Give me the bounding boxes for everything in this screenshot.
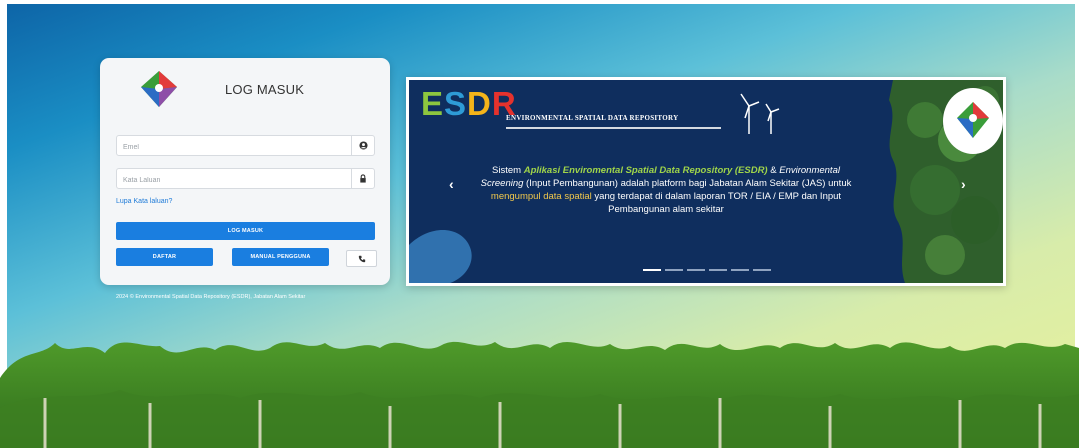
footer-copyright: 2024 © Environmental Spatial Data Reposi…	[116, 294, 306, 300]
carousel-indicator[interactable]	[643, 269, 661, 271]
forgot-password-link[interactable]: Lupa Kata laluan?	[116, 198, 172, 205]
register-button[interactable]: DAFTAR	[116, 248, 213, 266]
email-field-wrapper	[116, 135, 375, 157]
carousel-next-arrow[interactable]: ›	[961, 176, 966, 192]
decorative-wave	[409, 230, 472, 283]
carousel-slide: ESDR ENVIRONMENTAL SPATIAL DATA REPOSITO…	[409, 80, 1003, 283]
jas-badge-logo	[943, 88, 1003, 154]
subtitle-underline	[506, 127, 721, 129]
carousel-indicators	[643, 269, 771, 271]
phone-button[interactable]	[346, 250, 377, 267]
info-carousel: ESDR ENVIRONMENTAL SPATIAL DATA REPOSITO…	[406, 77, 1006, 286]
wind-turbine-icon	[740, 93, 780, 134]
slide-description: Sistem Aplikasi Enviromental Spatial Dat…	[480, 165, 852, 215]
carousel-indicator[interactable]	[753, 269, 771, 271]
user-manual-button[interactable]: MANUAL PENGGUNA	[232, 248, 329, 266]
user-circle-icon	[351, 136, 374, 155]
login-button[interactable]: LOG MASUK	[116, 222, 375, 240]
email-input[interactable]	[117, 138, 343, 157]
top-border	[0, 0, 1079, 4]
phone-icon	[358, 255, 365, 262]
forest-background	[0, 341, 1079, 448]
carousel-indicator[interactable]	[687, 269, 705, 271]
esdr-logo: ESDR	[421, 85, 517, 122]
password-input[interactable]	[117, 171, 343, 190]
page-background: LOG MASUK Lupa Kata laluan? LOG MASUK DA…	[0, 0, 1079, 448]
carousel-indicator[interactable]	[731, 269, 749, 271]
esdr-subtitle: ENVIRONMENTAL SPATIAL DATA REPOSITORY	[506, 114, 679, 122]
login-title: LOG MASUK	[225, 82, 305, 97]
carousel-indicator[interactable]	[665, 269, 683, 271]
carousel-prev-arrow[interactable]: ‹	[449, 176, 454, 192]
lock-icon	[351, 169, 374, 188]
carousel-indicator[interactable]	[709, 269, 727, 271]
password-field-wrapper	[116, 168, 375, 190]
login-card: LOG MASUK Lupa Kata laluan? LOG MASUK DA…	[100, 58, 390, 285]
jas-logo	[141, 71, 177, 107]
